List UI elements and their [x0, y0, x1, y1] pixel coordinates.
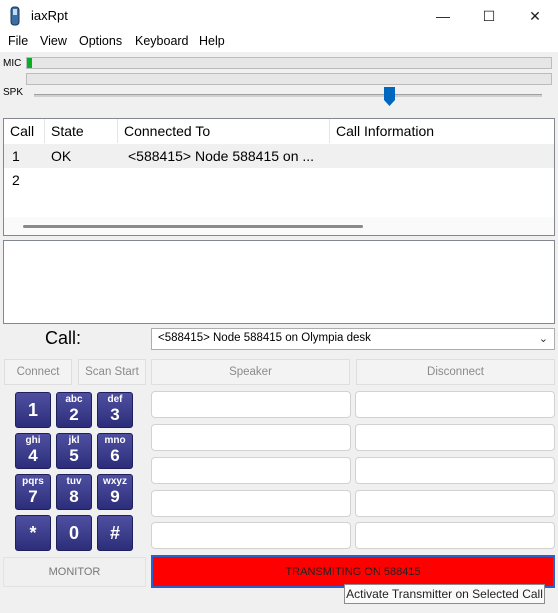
app-icon: [10, 6, 20, 26]
keypad-key-7[interactable]: pqrs 7: [15, 474, 51, 510]
keypad-key-6[interactable]: mno 6: [97, 433, 133, 469]
keypad-key-2[interactable]: abc 2: [56, 392, 92, 428]
key-letters: def: [107, 394, 123, 405]
keypad-key-0[interactable]: 0: [56, 515, 92, 551]
key-digit: *: [29, 523, 37, 543]
call-table: Call State Connected To Call Information…: [3, 118, 555, 236]
key-digit: 9: [110, 487, 120, 506]
column-header-call-information[interactable]: Call Information: [330, 119, 554, 143]
key-digit: 0: [68, 523, 79, 543]
speaker-volume-track[interactable]: [34, 94, 542, 97]
key-digit: 5: [69, 446, 79, 465]
mic-level-fill: [27, 58, 33, 68]
menu-help[interactable]: Help: [199, 34, 225, 48]
keypad-key-4[interactable]: ghi 4: [15, 433, 51, 469]
log-area[interactable]: [3, 240, 555, 324]
keypad-key-hash[interactable]: #: [97, 515, 133, 551]
call-select[interactable]: <588415> Node 588415 on Olympia desk ⌄: [151, 328, 555, 350]
menu-options[interactable]: Options: [79, 34, 122, 48]
monitor-button[interactable]: MONITOR: [3, 557, 146, 587]
key-digit: 6: [110, 446, 120, 465]
memory-slot[interactable]: [355, 457, 555, 484]
call-select-value: <588415> Node 588415 on Olympia desk: [158, 332, 371, 344]
speaker-volume-thumb[interactable]: [384, 87, 396, 106]
column-header-call[interactable]: Call: [4, 119, 45, 143]
keypad-key-3[interactable]: def 3: [97, 392, 133, 428]
table-row[interactable]: 1 OK <588415> Node 588415 on ...: [4, 144, 554, 168]
call-label: Call:: [45, 328, 82, 348]
speaker-button[interactable]: Speaker: [151, 359, 350, 385]
cell-call: 2: [12, 172, 20, 188]
key-letters: ghi: [25, 435, 41, 446]
memory-slot[interactable]: [151, 457, 351, 484]
cell-call: 1: [12, 148, 20, 164]
spk-label: SPK: [3, 87, 24, 98]
memory-slot[interactable]: [151, 522, 351, 549]
cell-connected-to: <588415> Node 588415 on ...: [128, 148, 315, 164]
key-letters: mno: [104, 435, 126, 446]
horizontal-scrollbar[interactable]: [4, 217, 554, 235]
keypad-key-1[interactable]: 1: [15, 392, 51, 428]
menu-file[interactable]: File: [8, 34, 28, 48]
scrollbar-thumb[interactable]: [23, 225, 363, 228]
key-letters: wxyz: [103, 476, 127, 487]
keypad-key-9[interactable]: wxyz 9: [97, 474, 133, 510]
tooltip: Activate Transmitter on Selected Call: [344, 584, 545, 604]
maximize-button[interactable]: ☐: [466, 0, 512, 32]
key-digit: 8: [69, 487, 79, 506]
key-digit: 7: [28, 487, 38, 506]
minimize-icon: —: [436, 8, 450, 24]
key-letters: jkl: [68, 435, 80, 446]
minimize-button[interactable]: —: [420, 0, 466, 32]
memory-slot[interactable]: [355, 391, 555, 418]
key-digit: 3: [110, 405, 120, 424]
keypad-key-8[interactable]: tuv 8: [56, 474, 92, 510]
memory-slot[interactable]: [355, 424, 555, 451]
menu-keyboard[interactable]: Keyboard: [135, 34, 189, 48]
connect-button[interactable]: Connect: [4, 359, 72, 385]
close-button[interactable]: ✕: [512, 0, 558, 32]
close-icon: ✕: [529, 7, 541, 24]
memory-slot[interactable]: [151, 391, 351, 418]
menu-bar: File View Options Keyboard Help: [0, 32, 558, 52]
column-header-connected-to[interactable]: Connected To: [118, 119, 330, 143]
menu-view[interactable]: View: [40, 34, 67, 48]
output-meter: [26, 73, 552, 85]
mic-label: MIC: [3, 58, 22, 69]
key-digit: 4: [28, 446, 38, 465]
key-digit: #: [109, 523, 120, 543]
cell-state: OK: [51, 148, 72, 164]
chevron-down-icon: ⌄: [538, 333, 548, 345]
maximize-icon: ☐: [482, 7, 496, 24]
column-header-state[interactable]: State: [45, 119, 118, 143]
key-letters: abc: [65, 394, 83, 405]
memory-slot[interactable]: [151, 424, 351, 451]
scan-start-button[interactable]: Scan Start: [78, 359, 146, 385]
memory-slot[interactable]: [355, 522, 555, 549]
key-letters: tuv: [66, 476, 82, 487]
memory-slot[interactable]: [355, 490, 555, 517]
disconnect-button[interactable]: Disconnect: [356, 359, 555, 385]
key-digit: 1: [27, 400, 38, 420]
key-digit: 2: [69, 405, 79, 424]
window-title: iaxRpt: [31, 8, 68, 23]
table-row[interactable]: 2: [4, 168, 554, 192]
keypad-key-star[interactable]: *: [15, 515, 51, 551]
title-bar: iaxRpt — ☐ ✕: [0, 0, 558, 32]
memory-slot[interactable]: [151, 490, 351, 517]
mic-meter: [26, 57, 552, 69]
key-letters: pqrs: [22, 476, 44, 487]
keypad-key-5[interactable]: jkl 5: [56, 433, 92, 469]
